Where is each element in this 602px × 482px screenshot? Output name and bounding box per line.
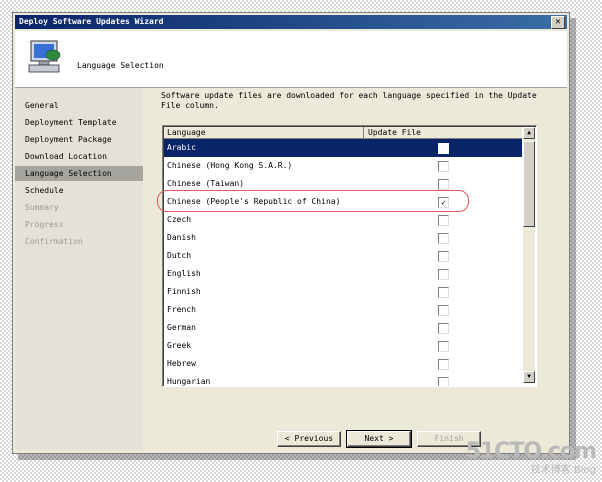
sidebar-item-download-location[interactable]: Download Location (15, 149, 143, 164)
table-row[interactable]: Hebrew (164, 355, 522, 373)
sidebar-item-general[interactable]: General (15, 98, 143, 113)
list-header: Language Update File (164, 127, 522, 139)
table-row[interactable]: Hungarian (164, 373, 522, 386)
table-row[interactable]: German (164, 319, 522, 337)
wizard-window: Deploy Software Updates Wizard ✕ Languag… (12, 12, 570, 454)
sidebar-item-confirmation: Confirmation (25, 237, 83, 246)
table-row[interactable]: Arabic (164, 139, 522, 157)
language-name: Finnish (167, 287, 201, 296)
table-row[interactable]: Greek (164, 337, 522, 355)
table-row[interactable]: French (164, 301, 522, 319)
language-name: Arabic (167, 143, 196, 152)
update-file-checkbox[interactable] (438, 287, 449, 298)
list-scrollbar[interactable]: ▲ ▼ (523, 127, 535, 383)
sidebar-item-deployment-package[interactable]: Deployment Package (15, 132, 143, 147)
table-row[interactable]: Danish (164, 229, 522, 247)
table-row[interactable]: Dutch (164, 247, 522, 265)
next-button[interactable]: Next > (346, 430, 412, 448)
language-list[interactable]: Language Update File Arabic Chinese (Hong… (162, 125, 537, 387)
computer-icon (28, 40, 61, 73)
window-title: Deploy Software Updates Wizard (19, 17, 164, 26)
update-file-checkbox[interactable] (438, 269, 449, 280)
sidebar-item-language-selection[interactable]: Language Selection (15, 166, 143, 181)
language-name: Chinese (Hong Kong S.A.R.) (167, 161, 293, 170)
scroll-down-icon[interactable]: ▼ (523, 371, 535, 383)
close-icon[interactable]: ✕ (551, 16, 565, 29)
table-row[interactable]: Finnish (164, 283, 522, 301)
language-name: German (167, 323, 196, 332)
update-file-checkbox[interactable] (438, 359, 449, 370)
language-name: Greek (167, 341, 192, 350)
column-header-update-file[interactable]: Update File (365, 127, 522, 138)
scroll-up-icon[interactable]: ▲ (523, 127, 535, 139)
description-text: Software update files are downloaded for… (161, 91, 537, 110)
watermark-subtitle: 技术博客 Blog (530, 465, 596, 476)
wizard-nav: General Deployment Template Deployment P… (15, 88, 143, 450)
update-file-checkbox[interactable] (438, 305, 449, 316)
update-file-checkbox[interactable] (438, 341, 449, 352)
language-name: English (167, 269, 201, 278)
table-row[interactable]: Chinese (Hong Kong S.A.R.) (164, 157, 522, 175)
table-row[interactable]: English (164, 265, 522, 283)
scroll-thumb[interactable] (523, 141, 535, 227)
update-file-checkbox[interactable] (438, 161, 449, 172)
update-file-checkbox[interactable] (438, 251, 449, 262)
language-name: Czech (167, 215, 192, 224)
page-title: Language Selection (77, 61, 164, 70)
language-name: Dutch (167, 251, 192, 260)
title-bar: Deploy Software Updates Wizard ✕ (15, 15, 567, 29)
column-header-language[interactable]: Language (164, 127, 364, 138)
sidebar-item-progress: Progress (25, 220, 64, 229)
update-file-checkbox[interactable] (438, 215, 449, 226)
update-file-checkbox[interactable] (438, 323, 449, 334)
sidebar-item-schedule[interactable]: Schedule (15, 183, 143, 198)
table-row[interactable]: Czech (164, 211, 522, 229)
sidebar-item-deployment-template[interactable]: Deployment Template (15, 115, 143, 130)
language-name: Hebrew (167, 359, 196, 368)
language-name: Danish (167, 233, 196, 242)
wizard-header: Language Selection (15, 31, 567, 88)
update-file-checkbox[interactable] (438, 179, 449, 190)
update-file-checkbox[interactable] (438, 143, 449, 154)
language-name: Hungarian (167, 377, 211, 386)
update-file-checkbox[interactable] (438, 233, 449, 244)
previous-button[interactable]: < Previous (277, 431, 341, 447)
highlight-annotation (157, 190, 469, 212)
update-file-checkbox[interactable] (438, 377, 449, 386)
sidebar-item-summary: Summary (25, 203, 59, 212)
language-name: French (167, 305, 196, 314)
